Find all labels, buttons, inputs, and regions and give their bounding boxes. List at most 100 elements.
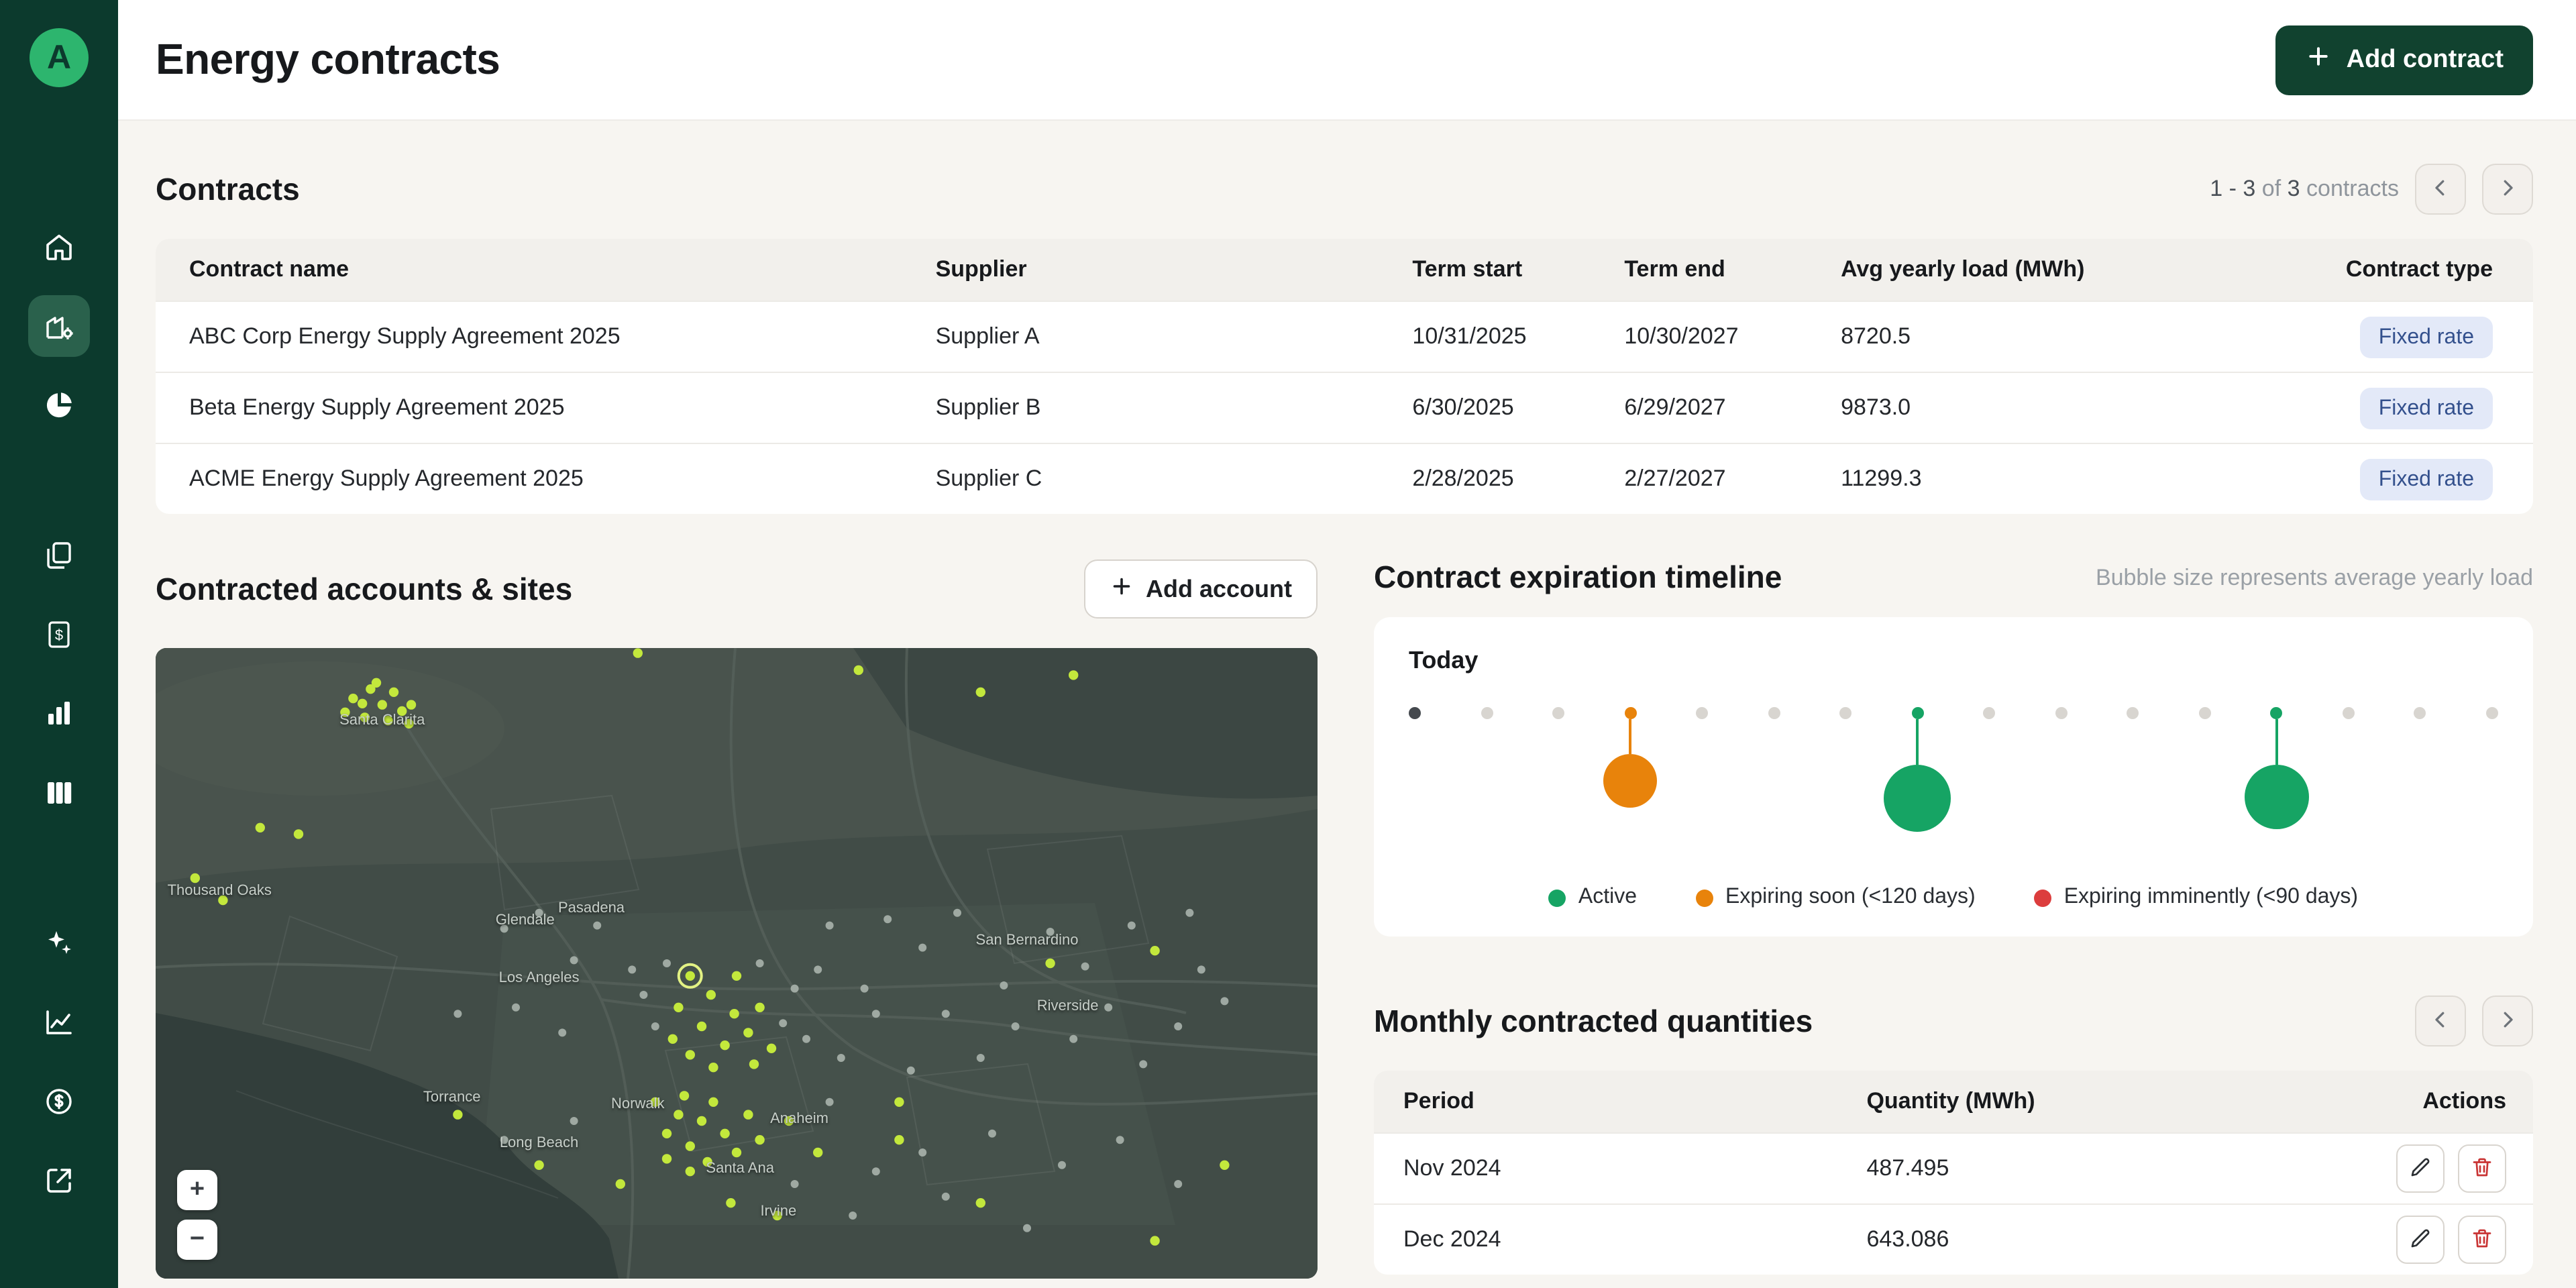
site-marker[interactable] <box>872 1010 880 1018</box>
site-marker-active[interactable] <box>358 699 367 708</box>
app-logo[interactable]: A <box>30 28 89 87</box>
contract-row[interactable]: ACME Energy Supply Agreement 2025Supplie… <box>156 443 2533 514</box>
site-marker-active[interactable] <box>686 971 695 981</box>
site-marker-active[interactable] <box>1150 1236 1159 1245</box>
site-marker[interactable] <box>628 965 636 973</box>
sites-map[interactable]: Santa ClaritaThousand OaksGlendalePasade… <box>156 648 1318 1279</box>
site-marker[interactable] <box>802 1035 810 1043</box>
site-marker[interactable] <box>872 1167 880 1175</box>
sidebar-item-dollar[interactable] <box>28 1071 90 1132</box>
site-marker-active[interactable] <box>749 1059 759 1069</box>
site-marker[interactable] <box>837 1054 845 1062</box>
site-marker[interactable] <box>1116 1136 1124 1144</box>
site-marker-active[interactable] <box>720 1129 729 1138</box>
site-marker-active[interactable] <box>407 700 416 709</box>
site-marker-active[interactable] <box>1150 946 1159 955</box>
site-marker-active[interactable] <box>360 712 370 722</box>
site-marker[interactable] <box>942 1193 950 1201</box>
site-marker-active[interactable] <box>348 694 358 703</box>
site-marker[interactable] <box>570 1117 578 1125</box>
site-marker[interactable] <box>756 959 764 967</box>
site-marker[interactable] <box>907 1067 915 1075</box>
site-marker[interactable] <box>1000 981 1008 989</box>
site-marker-active[interactable] <box>697 1022 706 1031</box>
site-marker-active[interactable] <box>662 1154 672 1163</box>
sidebar-item-home[interactable] <box>28 216 90 278</box>
site-marker-active[interactable] <box>674 1110 683 1119</box>
contracts-next-button[interactable] <box>2482 164 2533 215</box>
site-marker[interactable] <box>663 959 671 967</box>
site-marker-active[interactable] <box>720 1040 729 1050</box>
site-marker-active[interactable] <box>680 1091 689 1100</box>
site-marker-active[interactable] <box>1045 959 1055 968</box>
map-zoom-out-button[interactable]: − <box>177 1220 217 1260</box>
site-marker[interactable] <box>791 985 799 993</box>
site-marker[interactable] <box>1012 1022 1020 1030</box>
site-marker-active[interactable] <box>256 823 265 833</box>
site-marker[interactable] <box>814 965 822 973</box>
site-marker[interactable] <box>639 991 647 999</box>
site-marker-active[interactable] <box>755 1003 764 1012</box>
site-marker-active[interactable] <box>767 1044 776 1053</box>
site-marker[interactable] <box>1058 1161 1066 1169</box>
site-marker-active[interactable] <box>534 1161 543 1170</box>
site-marker-active[interactable] <box>372 678 381 688</box>
contract-expiration-bubble[interactable] <box>1884 765 1951 832</box>
sidebar-item-pie-chart[interactable] <box>28 374 90 436</box>
site-marker[interactable] <box>453 1010 462 1018</box>
contract-row[interactable]: Beta Energy Supply Agreement 2025Supplie… <box>156 372 2533 443</box>
site-marker[interactable] <box>1174 1022 1182 1030</box>
site-marker-active[interactable] <box>894 1097 904 1107</box>
site-marker-active[interactable] <box>674 1003 683 1012</box>
site-marker[interactable] <box>570 956 578 964</box>
site-marker-active[interactable] <box>616 1179 625 1189</box>
site-marker[interactable] <box>861 985 869 993</box>
site-marker[interactable] <box>512 1004 520 1012</box>
site-marker-active[interactable] <box>732 971 741 981</box>
site-marker[interactable] <box>1139 1060 1147 1068</box>
site-marker-active[interactable] <box>340 708 350 717</box>
site-marker-active[interactable] <box>294 829 303 839</box>
site-marker[interactable] <box>500 924 508 932</box>
site-marker-active[interactable] <box>668 1034 678 1044</box>
site-marker-active[interactable] <box>708 1063 718 1072</box>
contract-expiration-bubble[interactable] <box>1603 754 1657 808</box>
site-marker-active[interactable] <box>218 896 227 905</box>
delete-quantity-button[interactable] <box>2458 1144 2506 1193</box>
site-marker-active[interactable] <box>706 990 716 1000</box>
site-marker[interactable] <box>558 1028 566 1036</box>
site-marker-active[interactable] <box>854 665 863 675</box>
site-marker-active[interactable] <box>732 1148 741 1157</box>
site-marker[interactable] <box>918 944 926 952</box>
site-marker[interactable] <box>988 1130 996 1138</box>
site-marker[interactable] <box>791 1180 799 1188</box>
monthly-prev-button[interactable] <box>2415 996 2466 1046</box>
edit-quantity-button[interactable] <box>2396 1216 2445 1264</box>
site-marker-active[interactable] <box>383 716 392 725</box>
site-marker-active[interactable] <box>743 1110 753 1119</box>
site-marker-active[interactable] <box>686 1050 695 1059</box>
site-marker[interactable] <box>849 1212 857 1220</box>
sidebar-item-documents[interactable] <box>28 525 90 586</box>
site-marker-active[interactable] <box>784 1116 794 1126</box>
site-marker[interactable] <box>1185 909 1193 917</box>
site-marker[interactable] <box>1197 965 1205 973</box>
site-marker-active[interactable] <box>894 1135 904 1144</box>
site-marker[interactable] <box>942 1010 950 1018</box>
site-marker-active[interactable] <box>453 1110 462 1119</box>
site-marker-active[interactable] <box>651 1097 660 1107</box>
site-marker[interactable] <box>535 909 543 917</box>
add-contract-button[interactable]: Add contract <box>2275 25 2533 95</box>
site-marker[interactable] <box>977 1054 985 1062</box>
site-marker-active[interactable] <box>976 688 985 697</box>
site-marker-active[interactable] <box>378 700 387 709</box>
site-marker-active[interactable] <box>702 1157 712 1167</box>
site-marker[interactable] <box>593 922 601 930</box>
site-marker-active[interactable] <box>633 648 643 657</box>
sidebar-item-energy-sites[interactable] <box>28 295 90 357</box>
site-marker-active[interactable] <box>191 873 200 883</box>
site-marker-active[interactable] <box>686 1141 695 1150</box>
site-marker-active[interactable] <box>743 1028 753 1037</box>
add-account-button[interactable]: Add account <box>1084 559 1318 619</box>
site-marker[interactable] <box>651 1022 659 1030</box>
